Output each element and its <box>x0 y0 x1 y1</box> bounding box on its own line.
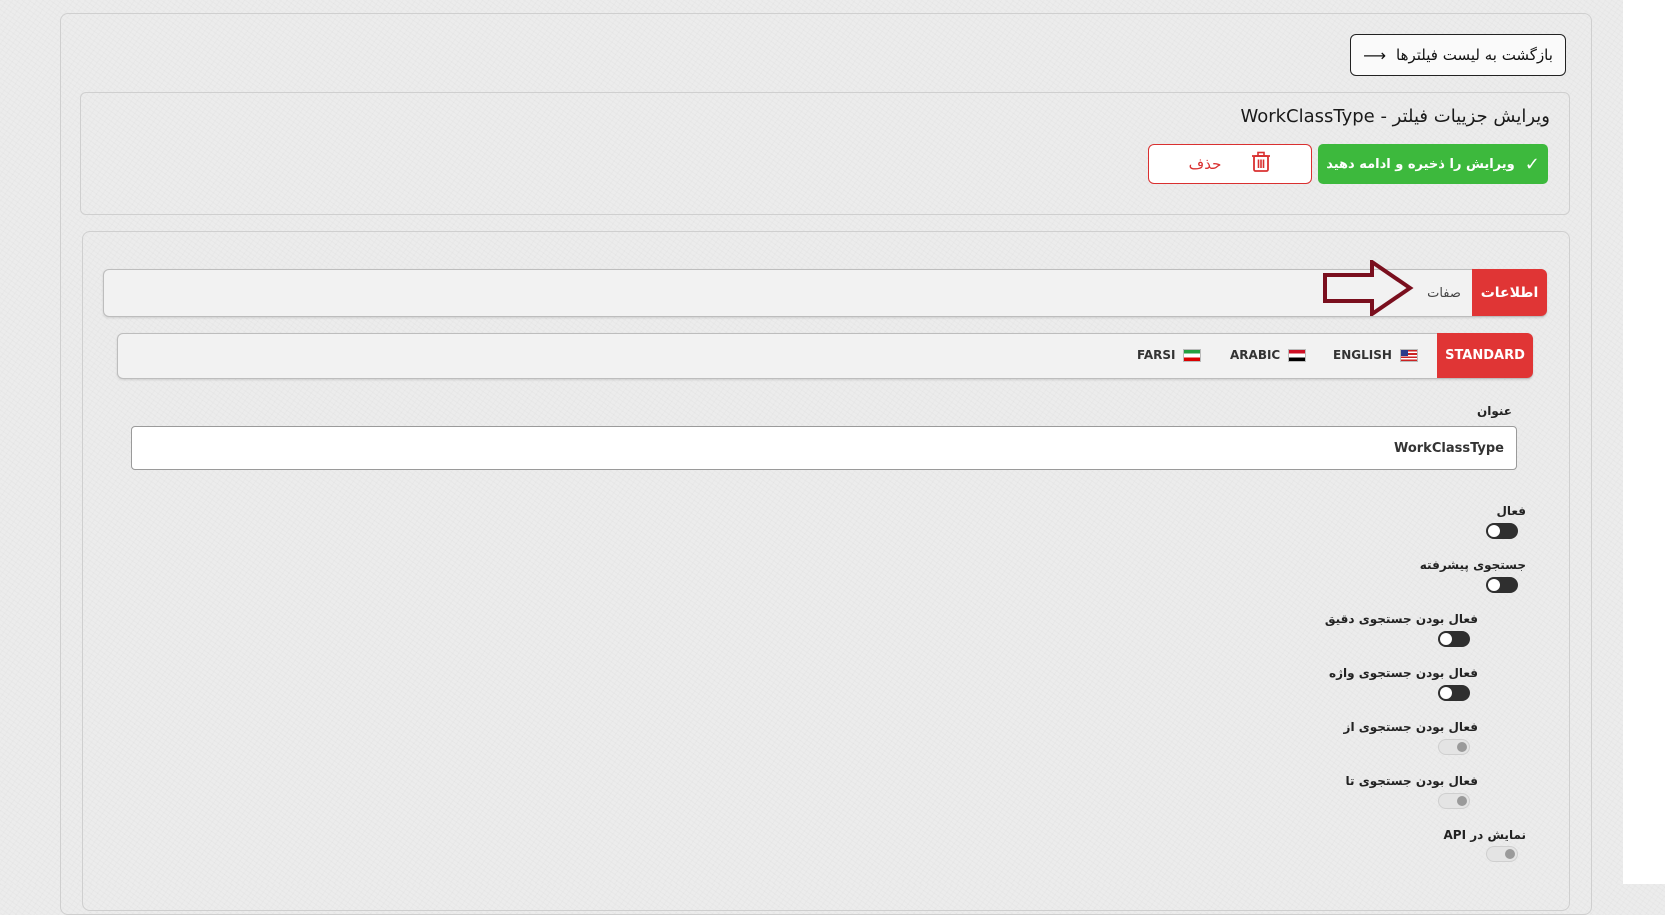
advanced-search-toggle[interactable] <box>1486 577 1518 593</box>
iran-flag-icon <box>1183 348 1202 362</box>
tab-standard[interactable]: STANDARD <box>1437 333 1533 378</box>
title-input[interactable] <box>131 426 1517 470</box>
toggle-label-active: فعال <box>1496 504 1526 518</box>
tab-farsi[interactable]: FARSI <box>1137 343 1202 367</box>
exact-search-toggle[interactable] <box>1438 631 1470 647</box>
back-to-filter-list-button[interactable]: بازگشت به لیست فیلترها ⟶ <box>1350 34 1566 76</box>
tab-english[interactable]: ENGLISH <box>1333 343 1418 367</box>
check-icon: ✓ <box>1524 153 1540 175</box>
english-tab-label: ENGLISH <box>1333 348 1392 362</box>
iraq-flag-icon <box>1288 348 1307 362</box>
toggle-label-search-from: فعال بودن جستجوی از <box>1343 720 1478 734</box>
title-field-label: عنوان <box>1477 404 1512 418</box>
save-and-continue-button[interactable]: ✓ ویرایش را ذخیره و ادامه دهید <box>1318 144 1548 184</box>
farsi-tab-label: FARSI <box>1137 348 1176 362</box>
language-tab-bar <box>117 333 1533 379</box>
toggle-label-word-search: فعال بودن جستجوی واژه <box>1328 666 1478 680</box>
delete-button[interactable]: حذف <box>1148 144 1312 184</box>
toggle-label-advanced-search: جستجوی پیشرفته <box>1419 558 1526 572</box>
annotation-arrow-icon <box>1323 260 1414 316</box>
toggle-label-exact-search: فعال بودن جستجوی دقیق <box>1324 612 1478 626</box>
back-button-label: بازگشت به لیست فیلترها <box>1396 46 1553 64</box>
page-title: ویرایش جزییات فیلتر - WorkClassType <box>1240 106 1550 127</box>
search-to-toggle[interactable] <box>1438 793 1470 809</box>
tab-info[interactable]: اطلاعات <box>1472 269 1547 316</box>
trash-icon <box>1251 151 1271 177</box>
arrow-right-icon: ⟶ <box>1363 45 1387 65</box>
toggle-label-show-in-api: نمایش در API <box>1443 828 1527 842</box>
us-flag-icon <box>1399 348 1418 362</box>
delete-button-label: حذف <box>1188 155 1222 173</box>
show-in-api-toggle[interactable] <box>1486 846 1518 862</box>
word-search-toggle[interactable] <box>1438 685 1470 701</box>
toggle-label-search-to: فعال بودن جستجوی تا <box>1345 774 1478 788</box>
search-from-toggle[interactable] <box>1438 739 1470 755</box>
arabic-tab-label: ARABIC <box>1230 348 1281 362</box>
active-toggle[interactable] <box>1486 523 1518 539</box>
tab-attributes[interactable]: صفات <box>1416 279 1472 307</box>
tab-arabic[interactable]: ARABIC <box>1230 343 1307 367</box>
window-right-edge <box>1623 0 1665 884</box>
save-button-label: ویرایش را ذخیره و ادامه دهید <box>1326 156 1515 172</box>
